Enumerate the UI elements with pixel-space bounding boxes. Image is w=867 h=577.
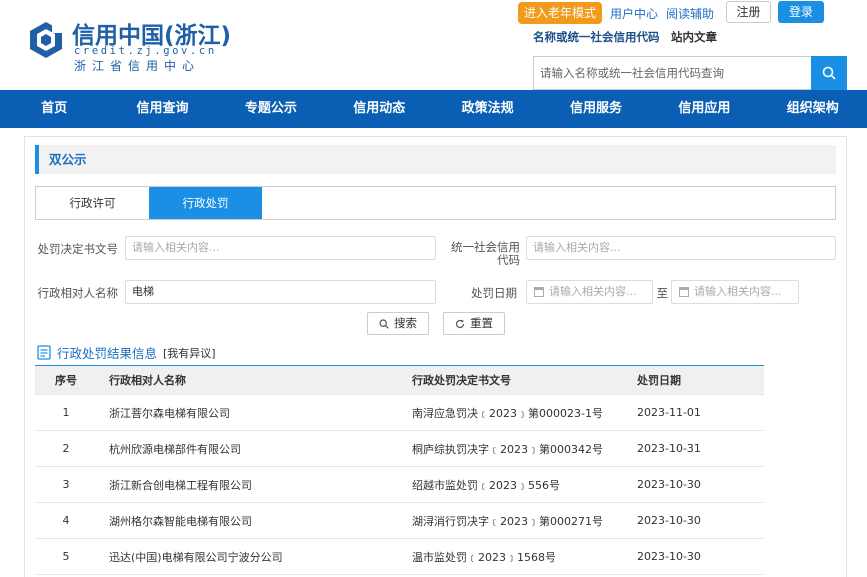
filter-reset-label: 重置 bbox=[470, 316, 493, 330]
date-end-input[interactable]: 请输入相关内容... bbox=[671, 280, 799, 304]
row-decision-no: 南浔应急罚决﹝2023﹞第000023-1号 bbox=[412, 406, 603, 420]
nav-special-publicity[interactable]: 专题公示 bbox=[217, 90, 325, 128]
date-end-placeholder: 请输入相关内容... bbox=[694, 285, 782, 298]
site-search-input[interactable]: 请输入名称或统一社会信用代码查询 bbox=[533, 56, 811, 90]
nav-organization[interactable]: 组织架构 bbox=[759, 90, 867, 128]
search-type-name-code[interactable]: 名称或统一社会信用代码 bbox=[533, 29, 660, 45]
penalty-date-label: 处罚日期 bbox=[471, 286, 517, 300]
login-button[interactable]: 登录 bbox=[778, 1, 824, 23]
row-no: 3 bbox=[62, 478, 70, 491]
row-penalty-date: 2023-10-30 bbox=[637, 514, 701, 527]
main-nav: 首页 信用查询 专题公示 信用动态 政策法规 信用服务 信用应用 组织架构 bbox=[0, 90, 867, 128]
row-party-name[interactable]: 浙江新合创电梯工程有限公司 bbox=[97, 477, 412, 493]
table-row[interactable]: 3 浙江新合创电梯工程有限公司 绍越市监处罚﹝2023﹞556号 2023-10… bbox=[35, 467, 764, 503]
nav-credit-applications[interactable]: 信用应用 bbox=[650, 90, 758, 128]
content-panel: 双公示 行政许可 行政处罚 处罚决定书文号 请输入相关内容... 统一社会信用代… bbox=[24, 136, 847, 577]
date-start-placeholder: 请输入相关内容... bbox=[549, 285, 637, 298]
calendar-icon bbox=[679, 287, 689, 297]
results-title: 行政处罚结果信息 bbox=[57, 346, 158, 361]
row-penalty-date: 2023-10-30 bbox=[637, 478, 701, 491]
user-center-link[interactable]: 用户中心 bbox=[610, 5, 658, 22]
row-party-name[interactable]: 湖州格尔森智能电梯有限公司 bbox=[97, 513, 412, 529]
document-icon bbox=[37, 345, 51, 360]
filter-search-label: 搜索 bbox=[394, 316, 417, 330]
decision-no-label: 处罚决定书文号 bbox=[37, 242, 119, 256]
date-start-input[interactable]: 请输入相关内容... bbox=[526, 280, 653, 304]
results-header: 行政处罚结果信息 [我有异议] bbox=[37, 343, 216, 362]
row-no: 1 bbox=[62, 406, 70, 419]
refresh-icon bbox=[455, 319, 465, 328]
party-name-input[interactable]: 电梯 bbox=[125, 280, 436, 304]
col-no: 序号 bbox=[55, 374, 77, 387]
nav-policies[interactable]: 政策法规 bbox=[434, 90, 542, 128]
tab-bar: 行政许可 行政处罚 bbox=[35, 186, 836, 220]
search-icon bbox=[822, 66, 836, 80]
section-title: 双公示 bbox=[35, 145, 836, 174]
credit-china-logo-icon bbox=[30, 22, 64, 58]
credit-code-label: 统一社会信用代码 bbox=[451, 240, 520, 267]
search-type-articles[interactable]: 站内文章 bbox=[671, 29, 717, 45]
logo-domain: credit.zj.gov.cn bbox=[74, 45, 217, 57]
row-no: 5 bbox=[62, 550, 70, 563]
top-links: 进入老年模式 用户中心 阅读辅助 bbox=[518, 2, 714, 24]
row-party-name[interactable]: 杭州欣源电梯部件有限公司 bbox=[97, 441, 412, 457]
col-party-name: 行政相对人名称 bbox=[109, 374, 186, 387]
site-logo[interactable]: 信用中国(浙江) credit.zj.gov.cn 浙江省信用中心 bbox=[26, 16, 246, 76]
table-row[interactable]: 2 杭州欣源电梯部件有限公司 桐庐综执罚决字﹝2023﹞第000342号 202… bbox=[35, 431, 764, 467]
calendar-icon bbox=[534, 287, 544, 297]
filter-search-button[interactable]: 搜索 bbox=[367, 312, 429, 335]
reading-aid-link[interactable]: 阅读辅助 bbox=[666, 5, 714, 22]
party-name-label: 行政相对人名称 bbox=[37, 286, 119, 300]
row-penalty-date: 2023-10-31 bbox=[637, 442, 701, 455]
row-decision-no: 温市监处罚﹝2023﹞1568号 bbox=[412, 550, 556, 564]
tab-admin-license[interactable]: 行政许可 bbox=[36, 187, 149, 219]
elder-mode-button[interactable]: 进入老年模式 bbox=[518, 2, 603, 24]
row-penalty-date: 2023-10-30 bbox=[637, 550, 701, 563]
nav-credit-services[interactable]: 信用服务 bbox=[542, 90, 650, 128]
site-search-button[interactable] bbox=[811, 56, 847, 90]
row-decision-no: 绍越市监处罚﹝2023﹞556号 bbox=[412, 478, 560, 492]
table-row[interactable]: 1 浙江菩尔森电梯有限公司 南浔应急罚决﹝2023﹞第000023-1号 202… bbox=[35, 395, 764, 431]
row-decision-no: 湖浔消行罚决字﹝2023﹞第000271号 bbox=[412, 514, 603, 528]
objection-link[interactable]: [我有异议] bbox=[163, 345, 216, 361]
nav-home[interactable]: 首页 bbox=[0, 90, 108, 128]
decision-no-input[interactable]: 请输入相关内容... bbox=[125, 236, 436, 260]
date-separator: 至 bbox=[656, 286, 669, 300]
row-no: 2 bbox=[62, 442, 70, 455]
logo-org: 浙江省信用中心 bbox=[74, 59, 201, 73]
row-party-name[interactable]: 浙江菩尔森电梯有限公司 bbox=[97, 405, 412, 421]
search-icon bbox=[379, 318, 389, 329]
register-button[interactable]: 注册 bbox=[726, 1, 771, 23]
tab-admin-penalty[interactable]: 行政处罚 bbox=[149, 187, 262, 219]
col-decision-no: 行政处罚决定书文号 bbox=[412, 374, 511, 387]
results-table: 序号 行政相对人名称 行政处罚决定书文号 处罚日期 1 浙江菩尔森电梯有限公司 … bbox=[35, 365, 764, 575]
filter-reset-button[interactable]: 重置 bbox=[443, 312, 505, 335]
row-penalty-date: 2023-11-01 bbox=[637, 406, 701, 419]
row-decision-no: 桐庐综执罚决字﹝2023﹞第000342号 bbox=[412, 442, 603, 456]
row-no: 4 bbox=[62, 514, 70, 527]
row-party-name[interactable]: 迅达(中国)电梯有限公司宁波分公司 bbox=[97, 549, 412, 565]
table-header: 序号 行政相对人名称 行政处罚决定书文号 处罚日期 bbox=[35, 366, 764, 395]
col-penalty-date: 处罚日期 bbox=[637, 374, 681, 387]
nav-credit-news[interactable]: 信用动态 bbox=[325, 90, 433, 128]
nav-credit-query[interactable]: 信用查询 bbox=[108, 90, 216, 128]
table-row[interactable]: 4 湖州格尔森智能电梯有限公司 湖浔消行罚决字﹝2023﹞第000271号 20… bbox=[35, 503, 764, 539]
table-row[interactable]: 5 迅达(中国)电梯有限公司宁波分公司 温市监处罚﹝2023﹞1568号 202… bbox=[35, 539, 764, 575]
credit-code-input[interactable]: 请输入相关内容... bbox=[526, 236, 836, 260]
